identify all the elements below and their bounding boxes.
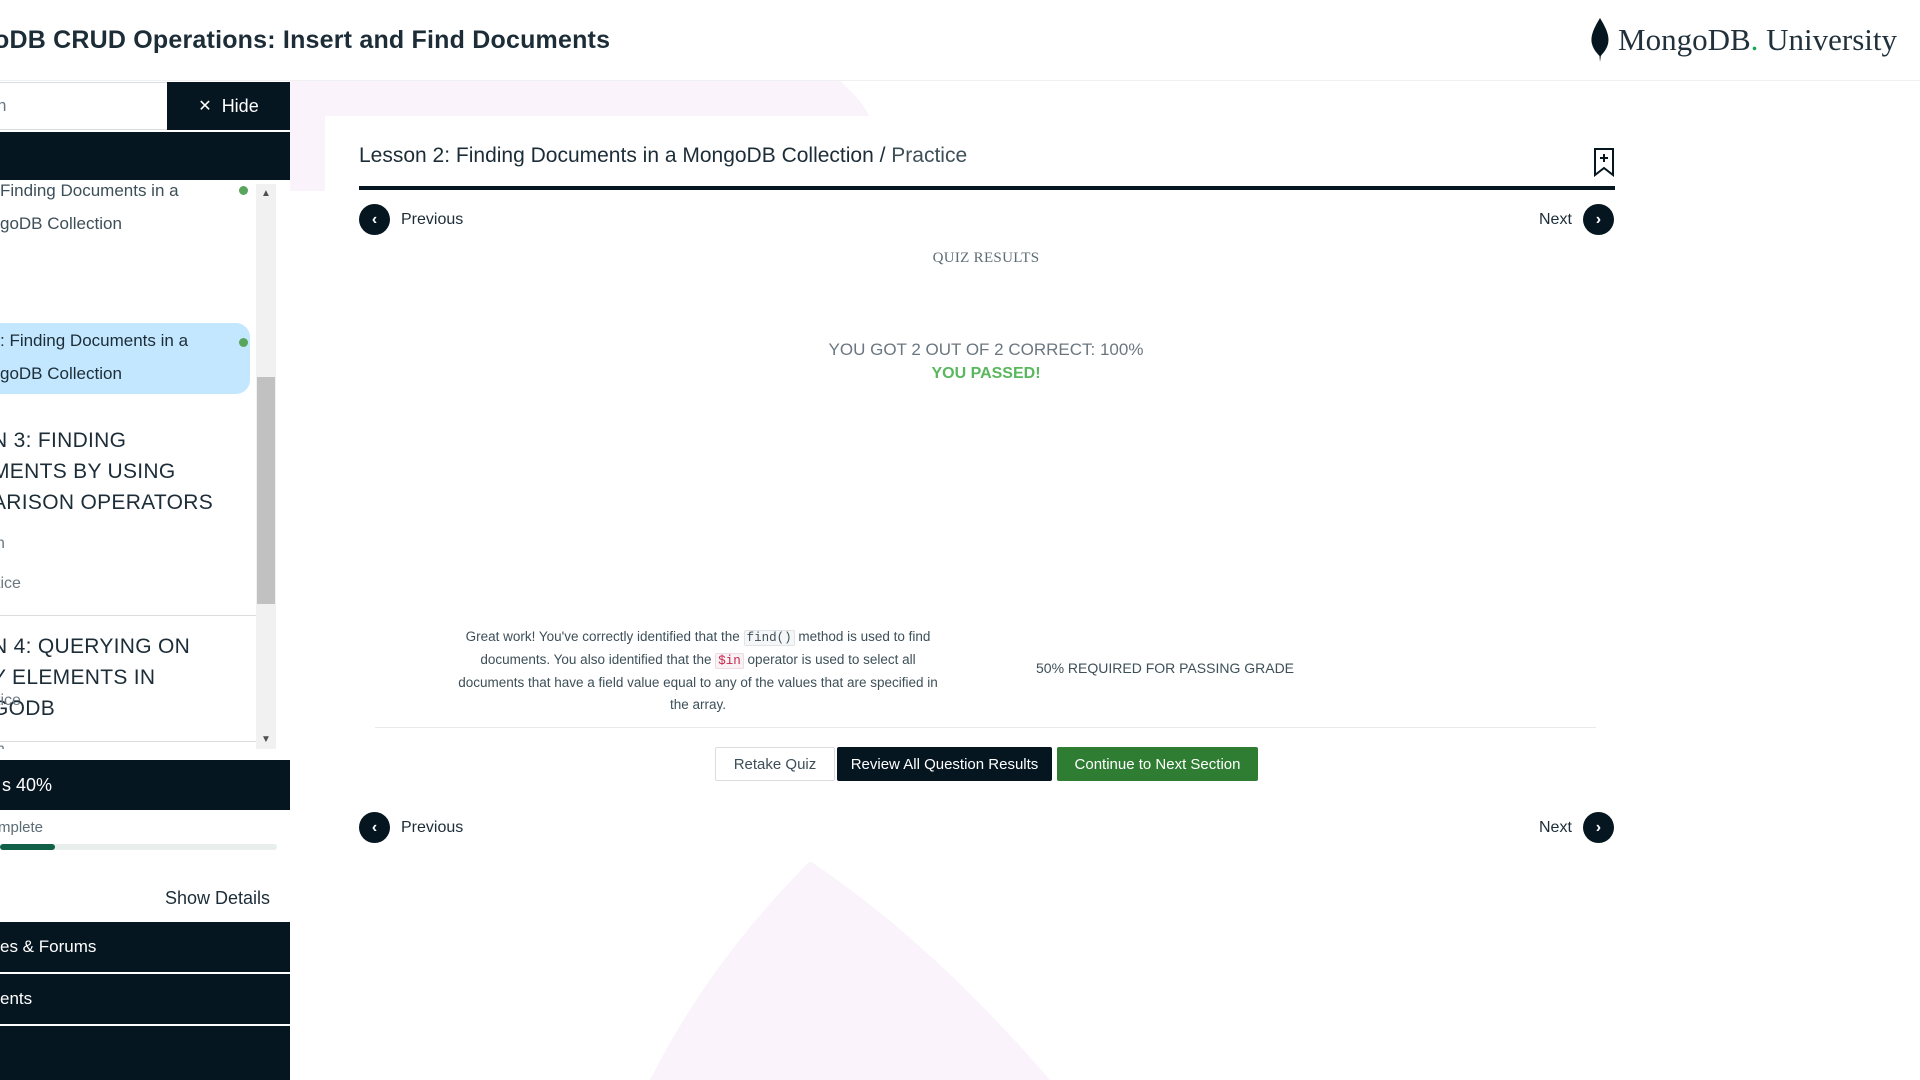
sidebar-item-label: goDB Collection (0, 214, 122, 233)
feedback-code: $in (715, 653, 744, 669)
progress-bar (0, 844, 277, 850)
section-4-header[interactable]: N 4: QUERYING ON Y ELEMENTS IN GODB (0, 631, 250, 724)
retake-quiz-button[interactable]: Retake Quiz (715, 747, 835, 781)
section-4-lesson[interactable]: n (0, 741, 5, 749)
chevron-right-icon: › (1582, 812, 1614, 843)
feedback-code: find() (743, 630, 795, 646)
next-label: Next (1539, 210, 1572, 228)
sidebar-nav-extra[interactable] (0, 1026, 290, 1080)
review-results-button[interactable]: Review All Question Results (837, 747, 1052, 781)
logo-brand: MongoDB (1618, 22, 1751, 57)
quiz-feedback: Great work! You've correctly identified … (455, 626, 941, 716)
chevron-right-icon: › (1582, 204, 1614, 235)
nav-link-label: es & Forums (0, 937, 97, 956)
mongodb-leaf-icon (1591, 18, 1609, 62)
section-divider (0, 615, 256, 616)
complete-label: mplete (0, 819, 44, 836)
section-3-practice[interactable]: tice (0, 575, 21, 593)
previous-button-bottom[interactable]: ‹ Previous (359, 812, 463, 843)
section-3-header[interactable]: N 3: FINDING MENTS BY USING ARISON OPERA… (0, 425, 250, 518)
section-3-line: N 3: FINDING (0, 429, 127, 452)
sidebar-scrollbar[interactable]: ▲ ▼ (256, 184, 276, 749)
previous-label: Previous (401, 210, 464, 228)
sidebar-item-label: Finding Documents in a (0, 184, 179, 200)
scroll-up-icon[interactable]: ▲ (261, 188, 271, 199)
next-button-bottom[interactable]: Next › (1539, 812, 1614, 843)
lesson-subtitle: Practice (891, 144, 968, 167)
sidebar-item-label: : Finding Documents in a (0, 331, 189, 350)
quiz-results-heading: QUIZ RESULTS (932, 250, 1040, 266)
top-header: oDB CRUD Operations: Insert and Find Doc… (0, 0, 1920, 81)
section-3-line: MENTS BY USING (0, 460, 176, 483)
sidebar-nav-documents[interactable]: ents (0, 974, 290, 1024)
sidebar-search-row: ✕ Hide (0, 82, 290, 130)
lesson-title: Lesson 2: Finding Documents in a MongoDB… (359, 144, 967, 168)
sidebar-item-label: goDB Collection (0, 364, 122, 383)
chevron-left-icon: ‹ (359, 204, 390, 235)
section-4-practice[interactable]: tice (0, 692, 21, 710)
show-details-link[interactable]: Show Details (165, 888, 270, 909)
sidebar-item-lesson-2-practice[interactable]: : Finding Documents in a goDB Collection (0, 324, 248, 390)
title-separator: / (873, 144, 892, 167)
quiz-score: YOU GOT 2 OUT OF 2 CORRECT: 100% (828, 340, 1144, 359)
title-underline (359, 186, 1615, 190)
sidebar-item-lesson-1[interactable]: Finding Documents in a goDB Collection (0, 184, 248, 240)
section-4-line: GODB (0, 697, 56, 720)
previous-label: Previous (401, 818, 464, 836)
quiz-passed-status: YOU PASSED! (931, 365, 1041, 382)
completed-dot-icon (239, 186, 248, 195)
scroll-down-icon[interactable]: ▼ (261, 734, 271, 745)
section-divider (0, 741, 256, 742)
mongodb-university-logo[interactable]: MongoDB. University (1590, 18, 1897, 62)
passing-grade-requirement: 50% REQUIRED FOR PASSING GRADE (1036, 660, 1295, 676)
lesson-title-text: Lesson 2: Finding Documents in a MongoDB… (359, 144, 874, 167)
section-4-line: N 4: QUERYING ON (0, 635, 191, 658)
hide-label: Hide (221, 95, 259, 116)
section-4-line: Y ELEMENTS IN (0, 666, 156, 689)
sidebar-section-header (0, 132, 290, 180)
sidebar-nav-forums[interactable]: es & Forums (0, 922, 290, 972)
course-sidebar: ✕ Hide Finding Documents in a goDB Colle… (0, 81, 290, 1080)
sidebar-search-input[interactable] (0, 82, 167, 130)
logo-text: MongoDB. University (1618, 22, 1897, 58)
nav-link-label: ents (0, 989, 33, 1008)
hide-sidebar-button[interactable]: ✕ Hide (167, 82, 290, 130)
section-3-line: ARISON OPERATORS (0, 491, 214, 514)
scrollbar-thumb[interactable] (257, 377, 275, 604)
continue-next-section-button[interactable]: Continue to Next Section (1057, 747, 1258, 781)
progress-bar-fill (0, 844, 56, 850)
section-3-lesson[interactable]: n (0, 535, 5, 553)
previous-button-top[interactable]: ‹ Previous (359, 204, 463, 235)
results-divider (375, 727, 1596, 728)
completed-dot-icon (239, 338, 248, 347)
chevron-left-icon: ‹ (359, 812, 390, 843)
lesson-card: Lesson 2: Finding Documents in a MongoDB… (325, 116, 1617, 862)
lesson-list: Finding Documents in a goDB Collection :… (0, 184, 256, 749)
next-button-top[interactable]: Next › (1539, 204, 1614, 235)
next-label: Next (1539, 818, 1572, 836)
bookmark-add-icon[interactable] (1593, 147, 1615, 177)
course-title: oDB CRUD Operations: Insert and Find Doc… (0, 26, 611, 54)
logo-suffix: University (1758, 22, 1898, 57)
course-progress-band: s 40% (0, 760, 290, 810)
close-icon: ✕ (198, 98, 212, 115)
feedback-text: Great work! You've correctly identified … (465, 629, 744, 644)
progress-text: s 40% (2, 774, 53, 795)
